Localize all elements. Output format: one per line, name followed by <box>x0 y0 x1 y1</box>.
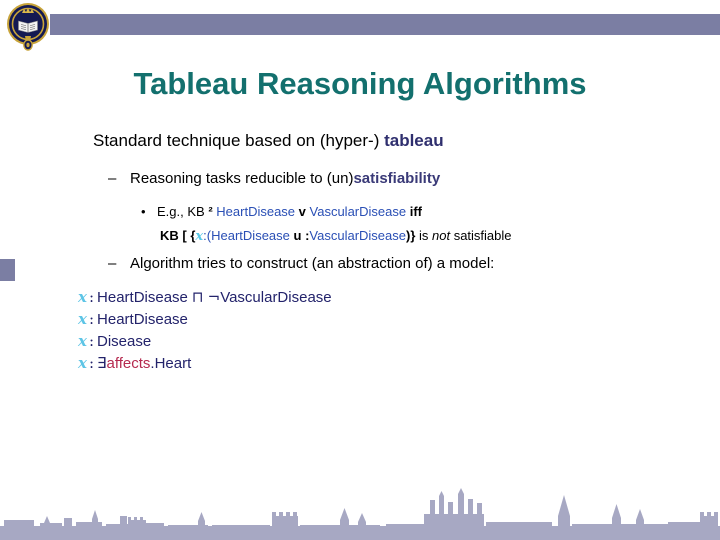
header-accent-bar <box>50 14 720 35</box>
concept-vascular-disease: VascularDisease <box>309 204 407 219</box>
disjunction-symbol: v <box>295 204 310 219</box>
intersection-symbol: u <box>289 228 306 243</box>
colon-paren-open: :( <box>203 228 212 243</box>
assertion-2-variable: x <box>78 310 87 328</box>
oxford-university-crest-icon <box>5 2 53 52</box>
assertion-line-4: x: ∃affects.Heart <box>78 352 332 374</box>
entailment-symbol: ² <box>208 204 213 219</box>
assertion-1-negation-operator: ¬ <box>207 288 221 306</box>
assertion-1-concept-a: HeartDisease <box>97 289 188 306</box>
assertion-3-colon: : <box>88 332 95 350</box>
left-edge-accent-square <box>0 259 15 281</box>
bullet-dot-marker: • <box>141 204 146 219</box>
bullet-level1-plain: Standard technique based on (hyper-) <box>93 131 385 150</box>
kb-label: KB <box>160 228 183 243</box>
bullet-level2-plain: Reasoning tasks reducible to (un) <box>130 170 354 187</box>
assertion-4-existential-quantifier: ∃ <box>97 354 107 372</box>
brace-close: )} <box>406 228 416 243</box>
assertion-4-concept-a: Heart <box>154 355 192 372</box>
bullet-level2-algorithm: – Algorithm tries to construct (an abstra… <box>108 255 494 272</box>
assertion-line-2: x: HeartDisease <box>78 308 332 330</box>
concept-heart-disease-negated: HeartDisease <box>211 228 290 243</box>
bullet-dash-marker: – <box>108 170 117 187</box>
bullet-level1-highlight: tableau <box>384 131 444 150</box>
assertion-1-concept-b: VascularDisease <box>220 289 332 306</box>
bullet-level2-highlight: satisfiability <box>353 170 441 187</box>
assertion-1-colon: : <box>88 288 95 306</box>
bullet-level2-satisfiability: – Reasoning tasks reducible to (un)satisf… <box>108 170 440 187</box>
assertion-4-colon: : <box>88 354 95 372</box>
example-prefix: E.g., KB <box>157 204 209 219</box>
slide-title: Tableau Reasoning Algorithms <box>133 66 587 101</box>
concept-vascular-disease-negated: VascularDisease <box>309 228 406 243</box>
is-keyword: is <box>415 228 433 243</box>
assertion-line-1: x: HeartDisease ⊓ ¬VascularDisease <box>78 286 332 308</box>
not-emphasis: not <box>432 228 451 243</box>
concept-heart-disease: HeartDisease <box>216 204 296 219</box>
assertion-3-variable: x <box>78 332 87 350</box>
tableau-model-assertions: x: HeartDisease ⊓ ¬VascularDisease x: HeartD… <box>78 286 332 374</box>
individual-variable-x: x <box>195 229 204 244</box>
satisfiable-keyword: satisfiable <box>450 228 512 243</box>
oxford-skyline-silhouette-icon <box>0 488 720 540</box>
bullet-level1: Standard technique based on (hyper-) tab… <box>93 131 444 151</box>
assertion-1-variable: x <box>78 288 87 306</box>
iff-keyword: iff <box>406 204 422 219</box>
assertion-1-conjunction-operator: ⊓ <box>191 288 204 306</box>
assertion-2-concept-a: HeartDisease <box>97 311 188 328</box>
assertion-4-variable: x <box>78 354 87 372</box>
slide-canvas: Tableau Reasoning Algorithms Standard te… <box>0 0 720 540</box>
assertion-4-role-affects: affects <box>106 355 151 372</box>
bullet-level2-algorithm-text: Algorithm tries to construct (an abstrac… <box>130 255 495 272</box>
bullet-dash-marker-2: – <box>108 255 117 272</box>
bullet-level3-example-line2: KB [ {x:(HeartDisease u :VascularDisease… <box>160 228 512 244</box>
bullet-level3-example-line1: • E.g., KB ² HeartDisease v VascularDisea… <box>141 204 422 219</box>
assertion-3-concept-a: Disease <box>97 333 152 350</box>
assertion-2-colon: : <box>88 310 95 328</box>
assertion-line-3: x: Disease <box>78 330 332 352</box>
